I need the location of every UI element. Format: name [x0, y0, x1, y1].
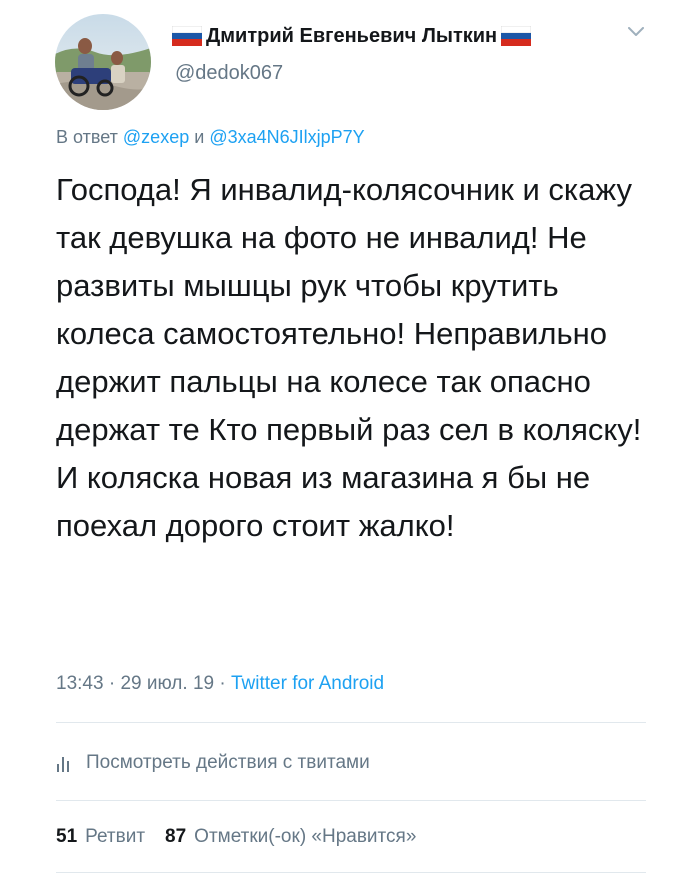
analytics-bars-icon — [56, 753, 72, 773]
russia-flag-icon — [172, 26, 202, 46]
divider — [56, 800, 646, 801]
view-tweet-activity-label: Посмотреть действия с твитами — [86, 752, 370, 773]
retweets-label: Ретвит — [85, 826, 146, 847]
author-display-name: Дмитрий Евгеньевич Лыткин — [206, 24, 498, 47]
tweet-date[interactable]: 29 июл. 19 — [120, 673, 214, 694]
tweet-text: Господа! Я инвалид-колясочник и скажу та… — [56, 172, 642, 543]
retweets-count: 51 — [56, 826, 78, 847]
tweet-time[interactable]: 13:43 — [56, 673, 104, 694]
russia-flag-icon — [501, 26, 532, 46]
more-options-chevron-icon[interactable] — [622, 20, 650, 44]
tweet-meta: 13:43 · 29 июл. 19 · Twitter for Android — [56, 673, 384, 695]
tweet-detail: Дмитрий Евгеньевич Лыткин @dedok067 В от… — [0, 0, 700, 883]
likes-label: Отметки(-ок) «Нравится» — [194, 826, 417, 847]
likes-stat[interactable]: 87 Отметки(-ок) «Нравится» — [165, 826, 416, 848]
view-tweet-activity-button[interactable]: Посмотреть действия с твитами — [56, 745, 370, 781]
reply-joiner: и — [194, 127, 205, 147]
tweet-source-link[interactable]: Twitter for Android — [231, 673, 384, 694]
reply-mention-link[interactable]: @zexep — [123, 127, 189, 147]
reply-prefix: В ответ — [56, 127, 118, 147]
meta-separator: · — [108, 673, 116, 694]
tweet-stats: 51 Ретвит 87 Отметки(-ок) «Нравится» — [56, 820, 416, 854]
author-avatar[interactable] — [55, 14, 151, 110]
reply-mention-link[interactable]: @3xa4N6JIlxjpP7Y — [209, 127, 364, 147]
author-handle[interactable]: @dedok067 — [175, 62, 283, 85]
retweets-stat[interactable]: 51 Ретвит — [56, 826, 145, 848]
avatar-photo-icon — [55, 14, 151, 110]
reply-context: В ответ @zexep и @3xa4N6JIlxjpP7Y — [56, 127, 365, 148]
meta-separator: · — [219, 673, 226, 694]
author-name-row[interactable]: Дмитрий Евгеньевич Лыткин — [172, 18, 532, 54]
divider — [56, 872, 646, 873]
likes-count: 87 — [165, 826, 187, 847]
divider — [56, 722, 646, 723]
